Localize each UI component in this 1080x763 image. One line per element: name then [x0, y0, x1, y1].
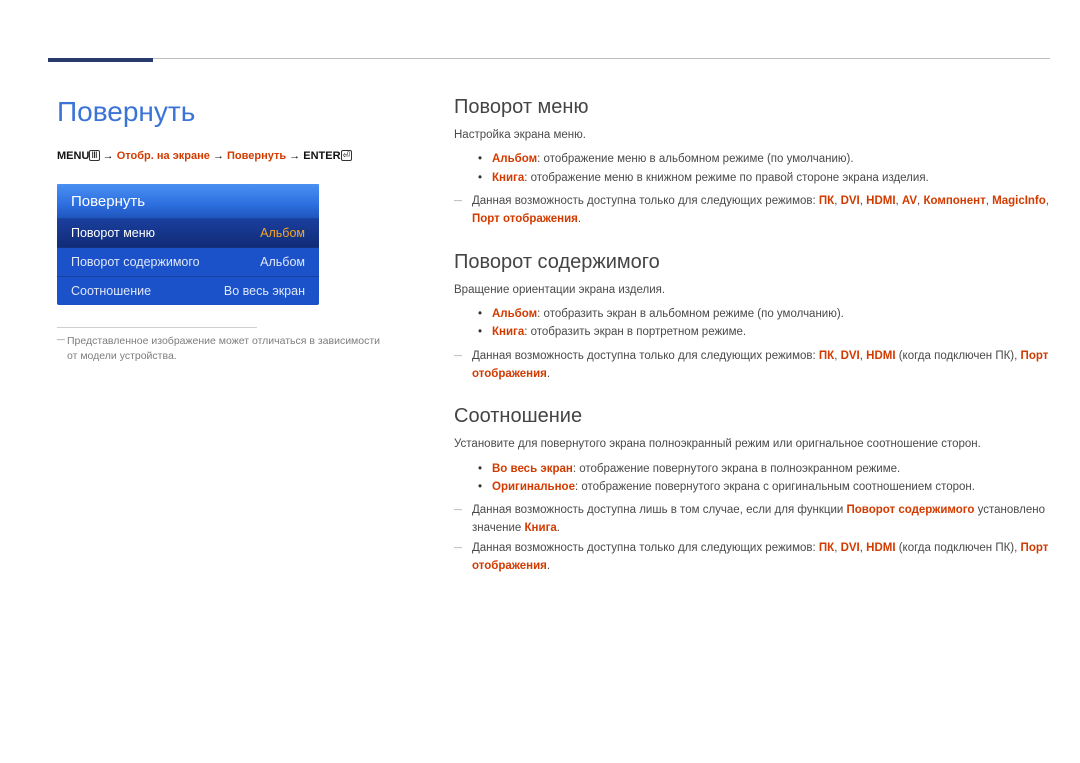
option-desc: : отображение повернутого экрана с ориги…	[575, 481, 975, 493]
section-heading: Поворот содержимого	[454, 251, 1050, 274]
dot: .	[557, 522, 560, 534]
arrow-icon: →	[103, 150, 114, 162]
sep: ,	[1046, 195, 1049, 207]
left-column: Повернуть MENUⅢ → Отобр. на экране → Пов…	[57, 96, 385, 576]
bullet-list: Во весь экран: отображение повернутого э…	[478, 460, 1050, 497]
dot: .	[547, 368, 550, 380]
menu-icon: Ⅲ	[89, 150, 99, 161]
mode-label: DVI	[841, 195, 860, 207]
page-body: Повернуть MENUⅢ → Отобр. на экране → Пов…	[0, 0, 1080, 576]
mode-label: HDMI	[866, 350, 895, 362]
dot: .	[578, 213, 581, 225]
list-item: Во весь экран: отображение повернутого э…	[478, 460, 1050, 478]
note-text: (когда подключен ПК),	[896, 350, 1021, 362]
menu-path-step: Отобр. на экране	[117, 150, 210, 162]
enter-icon: ⏎	[341, 150, 353, 161]
section-heading: Соотношение	[454, 405, 1050, 428]
mode-label: Поворот содержимого	[847, 504, 975, 516]
header-accent	[48, 58, 153, 62]
note-text: (когда подключен ПК),	[896, 542, 1021, 554]
bullet-list: Альбом: отображение меню в альбомном реж…	[478, 150, 1050, 187]
section-intro: Установите для повернутого экрана полноэ…	[454, 436, 1050, 453]
page-title: Повернуть	[57, 96, 385, 128]
mode-label: HDMI	[866, 195, 895, 207]
divider	[57, 327, 257, 328]
mode-label: ПК	[819, 542, 834, 554]
menu-path-prefix: MENU	[57, 150, 89, 162]
list-item: Книга: отображение меню в книжном режиме…	[478, 169, 1050, 187]
osd-row[interactable]: Соотношение Во весь экран	[57, 277, 319, 305]
osd-row-value: Во весь экран	[224, 284, 305, 298]
option-label: Альбом	[492, 308, 537, 320]
option-label: Во весь экран	[492, 463, 573, 475]
osd-row-label: Поворот меню	[71, 226, 155, 240]
section-rotate-menu: Поворот меню Настройка экрана меню. Альб…	[454, 96, 1050, 229]
osd-panel: Повернуть Поворот меню Альбом Поворот со…	[57, 184, 319, 305]
availability-note: Данная возможность доступна только для с…	[454, 540, 1050, 576]
condition-note: Данная возможность доступна лишь в том с…	[454, 502, 1050, 538]
right-column: Поворот меню Настройка экрана меню. Альб…	[454, 96, 1050, 576]
option-label: Книга	[492, 172, 524, 184]
arrow-icon: →	[213, 150, 224, 162]
menu-path-suffix: ENTER	[303, 150, 340, 162]
section-ratio: Соотношение Установите для повернутого э…	[454, 405, 1050, 575]
osd-row[interactable]: Поворот содержимого Альбом	[57, 248, 319, 277]
menu-path: MENUⅢ → Отобр. на экране → Повернуть → E…	[57, 150, 385, 162]
list-item: Оригинальное: отображение повернутого эк…	[478, 478, 1050, 496]
menu-path-step: Повернуть	[227, 150, 286, 162]
option-desc: : отобразить экран в альбомном режиме (п…	[537, 308, 844, 320]
mode-label: ПК	[819, 350, 834, 362]
header-rule	[48, 58, 1050, 59]
arrow-icon: →	[289, 150, 300, 162]
bullet-list: Альбом: отобразить экран в альбомном реж…	[478, 305, 1050, 342]
section-heading: Поворот меню	[454, 96, 1050, 119]
note-text: Данная возможность доступна только для с…	[472, 350, 819, 362]
list-item: Альбом: отображение меню в альбомном реж…	[478, 150, 1050, 168]
option-label: Книга	[492, 326, 524, 338]
image-disclaimer: Представленное изображение может отличат…	[57, 334, 385, 363]
osd-title: Повернуть	[57, 184, 319, 219]
osd-row[interactable]: Поворот меню Альбом	[57, 219, 319, 248]
mode-label: Порт отображения	[472, 213, 578, 225]
mode-label: ПК	[819, 195, 834, 207]
section-rotate-content: Поворот содержимого Вращение ориентации …	[454, 251, 1050, 384]
option-desc: : отображение повернутого экрана в полно…	[573, 463, 900, 475]
mode-label: AV	[902, 195, 917, 207]
note-text: Данная возможность доступна только для с…	[472, 195, 819, 207]
option-desc: : отобразить экран в портретном режиме.	[524, 326, 746, 338]
option-desc: : отображение меню в альбомном режиме (п…	[537, 153, 853, 165]
mode-label: HDMI	[866, 542, 895, 554]
osd-row-label: Соотношение	[71, 284, 151, 298]
option-desc: : отображение меню в книжном режиме по п…	[524, 172, 929, 184]
section-intro: Вращение ориентации экрана изделия.	[454, 282, 1050, 299]
mode-label: Компонент	[923, 195, 985, 207]
osd-row-value: Альбом	[260, 255, 305, 269]
dot: .	[547, 560, 550, 572]
mode-label: Книга	[525, 522, 557, 534]
mode-label: MagicInfo	[992, 195, 1046, 207]
osd-row-label: Поворот содержимого	[71, 255, 200, 269]
note-text: Данная возможность доступна лишь в том с…	[472, 504, 847, 516]
option-label: Альбом	[492, 153, 537, 165]
option-label: Оригинальное	[492, 481, 575, 493]
mode-label: DVI	[841, 542, 860, 554]
mode-label: DVI	[841, 350, 860, 362]
osd-row-value: Альбом	[260, 226, 305, 240]
note-text: Данная возможность доступна только для с…	[472, 542, 819, 554]
availability-note: Данная возможность доступна только для с…	[454, 193, 1050, 229]
list-item: Книга: отобразить экран в портретном реж…	[478, 323, 1050, 341]
availability-note: Данная возможность доступна только для с…	[454, 348, 1050, 384]
section-intro: Настройка экрана меню.	[454, 127, 1050, 144]
list-item: Альбом: отобразить экран в альбомном реж…	[478, 305, 1050, 323]
